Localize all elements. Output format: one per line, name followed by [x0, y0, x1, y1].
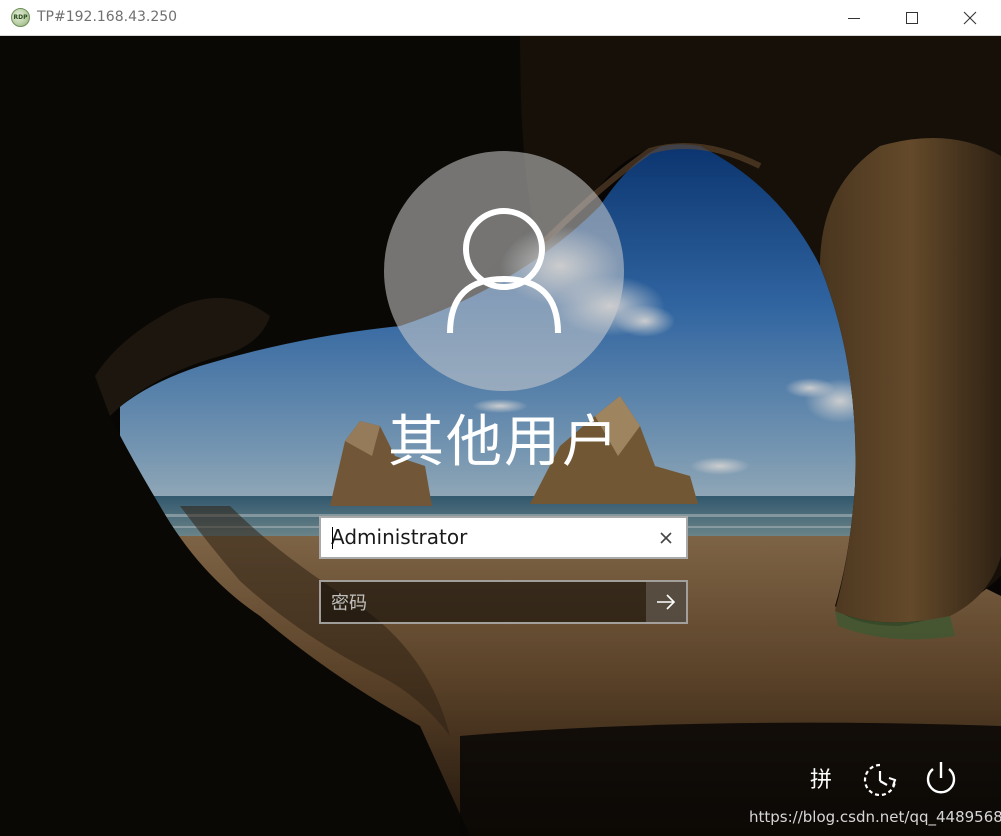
window-title: TP#192.168.43.250 [37, 9, 178, 25]
minimize-button[interactable] [825, 0, 883, 35]
clear-username-button[interactable] [652, 524, 680, 552]
arrow-right-icon [657, 594, 676, 610]
maximize-button[interactable] [883, 0, 941, 35]
submit-button[interactable] [646, 582, 686, 622]
user-avatar [384, 151, 624, 391]
power-icon [926, 762, 956, 794]
password-input[interactable] [331, 590, 631, 616]
rdp-icon: RDP [11, 8, 30, 27]
ease-of-access-button[interactable] [860, 760, 900, 800]
remote-desktop-window: RDP TP#192.168.43.250 其他用户 Administrator… [0, 0, 1001, 836]
watermark-text: https://blog.csdn.net/qq_44895681 [749, 808, 1001, 826]
power-button[interactable] [921, 758, 961, 798]
user-icon [447, 208, 561, 334]
password-field[interactable] [319, 580, 688, 624]
close-button[interactable] [941, 0, 999, 35]
minimize-icon [848, 17, 860, 19]
input-method-button[interactable]: 拼 [806, 763, 836, 793]
username-field[interactable] [319, 516, 688, 559]
username-input[interactable] [331, 524, 641, 550]
close-icon [963, 11, 977, 24]
close-icon [660, 532, 672, 544]
text-caret [332, 527, 333, 549]
title-bar[interactable]: RDP TP#192.168.43.250 [0, 0, 1001, 36]
user-display-name: 其他用户 [388, 410, 620, 475]
ime-label: 拼 [809, 768, 832, 793]
maximize-icon [906, 11, 918, 24]
ease-of-access-icon [863, 763, 897, 797]
